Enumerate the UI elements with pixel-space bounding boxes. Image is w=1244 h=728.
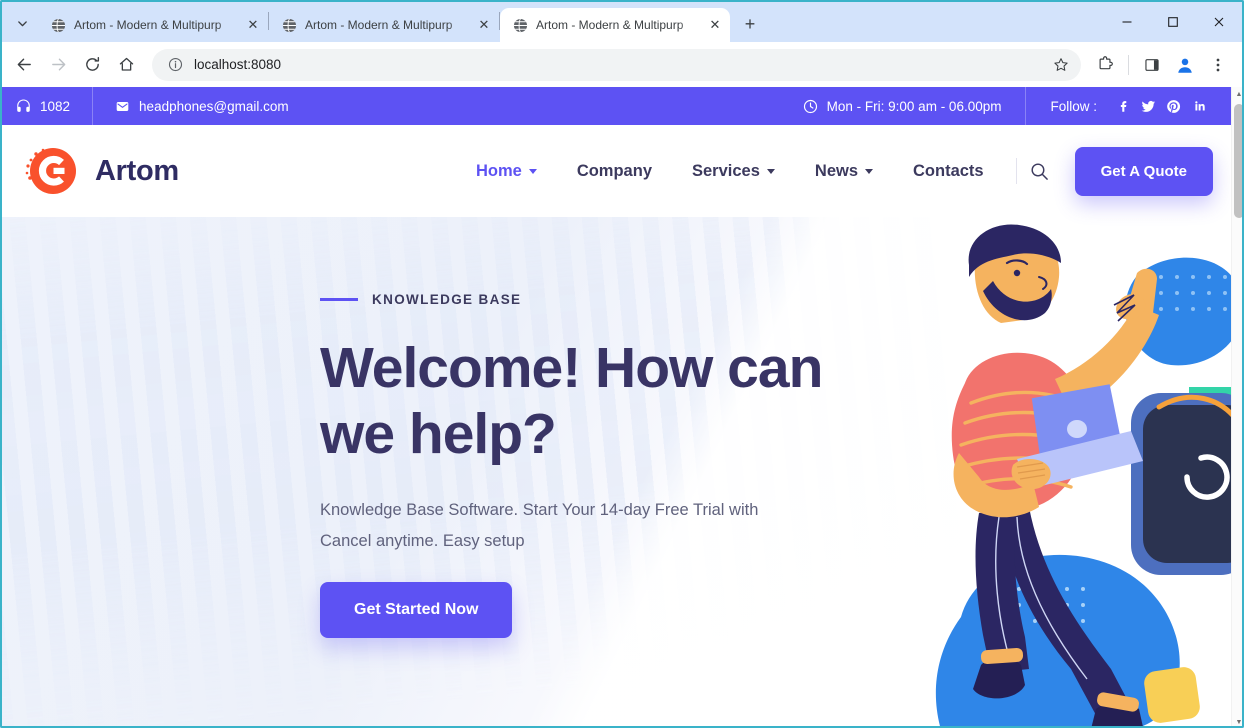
site-topbar: 1082 headphones@gmail.com Mon - Fri: 9:0… (2, 87, 1231, 125)
hero-title-line2: we help? (320, 402, 557, 467)
scroll-down-arrow-icon[interactable]: ▼ (1232, 715, 1242, 726)
brand-name: Artom (95, 154, 179, 187)
home-icon[interactable] (110, 49, 142, 81)
topbar-social-group: Follow : (1026, 87, 1231, 125)
search-icon[interactable] (1023, 154, 1057, 188)
three-dot-menu-icon[interactable] (1202, 49, 1234, 81)
headphone-icon (16, 98, 31, 114)
page-viewport: 1082 headphones@gmail.com Mon - Fri: 9:0… (2, 87, 1242, 726)
chevron-down-icon (528, 168, 537, 174)
close-icon[interactable]: ✕ (706, 16, 724, 34)
tab-title: Artom - Modern & Multipurp (74, 18, 222, 32)
info-circle-icon[interactable] (166, 56, 184, 74)
nav-label: Contacts (913, 161, 984, 180)
chevron-down-icon (865, 168, 874, 174)
nav-label: News (814, 161, 859, 180)
minimize-button[interactable] (1104, 2, 1150, 42)
topbar-email-text: headphones@gmail.com (139, 98, 289, 114)
facebook-icon[interactable] (1111, 94, 1136, 119)
browser-tab[interactable]: Artom - Modern & Multipurp ✕ (38, 8, 268, 42)
nav-label: Company (576, 161, 652, 180)
browser-toolbar: localhost:8080 (2, 42, 1242, 87)
nav-label: Services (692, 161, 760, 180)
hero-cta-button[interactable]: Get Started Now (320, 582, 513, 639)
profile-avatar-icon[interactable] (1170, 50, 1200, 80)
topbar-contact-group: 1082 headphones@gmail.com (2, 87, 311, 125)
maximize-button[interactable] (1150, 2, 1196, 42)
hero-subtitle-line1: Knowledge Base Software. Start Your 14-d… (320, 501, 759, 520)
topbar-phone[interactable]: 1082 (2, 87, 92, 125)
side-panel-icon[interactable] (1136, 49, 1168, 81)
close-button[interactable] (1196, 2, 1242, 42)
linkedin-icon[interactable] (1186, 94, 1211, 119)
tab-strip: Artom - Modern & Multipurp ✕ Artom - Mod… (2, 2, 1242, 42)
main-navigation: Home Company Services News Contacts Get … (456, 146, 1213, 196)
star-icon[interactable] (1047, 51, 1075, 79)
nav-item-services[interactable]: Services (672, 162, 795, 181)
topbar-phone-text: 1082 (40, 98, 71, 114)
eyebrow-bar (320, 298, 358, 301)
clock-icon (803, 99, 818, 114)
topbar-hours: Mon - Fri: 9:00 am - 06.00pm (779, 87, 1026, 125)
globe-icon (512, 17, 528, 33)
nav-item-news[interactable]: News (795, 162, 893, 181)
tab-title: Artom - Modern & Multipurp (305, 18, 453, 32)
page-title: Welcome! How can we help? (320, 335, 920, 467)
browser-tab[interactable]: Artom - Modern & Multipurp ✕ (269, 8, 499, 42)
nav-item-home[interactable]: Home (456, 162, 557, 181)
new-tab-button[interactable]: + (736, 10, 764, 38)
nav-label: Home (475, 161, 522, 180)
close-icon[interactable]: ✕ (475, 16, 493, 34)
page-scrollbar[interactable]: ▲ ▼ (1231, 87, 1242, 726)
browser-window: Artom - Modern & Multipurp ✕ Artom - Mod… (0, 0, 1244, 728)
browser-tab-active[interactable]: Artom - Modern & Multipurp ✕ (500, 8, 730, 42)
forward-arrow-icon[interactable] (42, 49, 74, 81)
topbar-email[interactable]: headphones@gmail.com (93, 87, 311, 125)
topbar-right-group: Mon - Fri: 9:00 am - 06.00pm Follow : (779, 87, 1231, 125)
twitter-icon[interactable] (1136, 94, 1161, 119)
puzzle-icon[interactable] (1089, 49, 1121, 81)
reload-icon[interactable] (76, 49, 108, 81)
nav-item-contacts[interactable]: Contacts (893, 162, 1004, 181)
nav-item-company[interactable]: Company (557, 162, 672, 181)
hero-subtitle: Knowledge Base Software. Start Your 14-d… (320, 495, 820, 556)
topbar-hours-text: Mon - Fri: 9:00 am - 06.00pm (826, 98, 1002, 114)
chevron-down-icon (766, 168, 775, 174)
pinterest-icon[interactable] (1161, 94, 1186, 119)
scroll-up-arrow-icon[interactable]: ▲ (1232, 87, 1242, 102)
tab-title: Artom - Modern & Multipurp (536, 18, 684, 32)
mail-icon (115, 99, 130, 114)
website: 1082 headphones@gmail.com Mon - Fri: 9:0… (2, 87, 1231, 726)
close-icon[interactable]: ✕ (244, 16, 262, 34)
toolbar-divider (1128, 54, 1129, 75)
nav-divider (1015, 158, 1017, 184)
address-bar[interactable]: localhost:8080 (152, 48, 1081, 81)
globe-icon (281, 17, 297, 33)
url-text[interactable]: localhost:8080 (194, 57, 1047, 72)
eyebrow-text: KNOWLEDGE BASE (372, 292, 522, 307)
globe-icon (50, 17, 66, 33)
scrollbar-thumb[interactable] (1234, 104, 1242, 218)
site-header: Artom Home Company Services News Contact… (2, 125, 1231, 217)
site-logo[interactable]: Artom (20, 140, 179, 202)
hero-title-line1: Welcome! How can (320, 336, 823, 400)
follow-label: Follow : (1050, 98, 1097, 114)
get-a-quote-button[interactable]: Get A Quote (1074, 146, 1213, 196)
artom-logo-icon (20, 140, 86, 202)
hero-subtitle-line2: Cancel anytime. Easy setup (320, 531, 525, 550)
window-controls (1104, 2, 1242, 42)
hero-content: KNOWLEDGE BASE Welcome! How can we help?… (2, 217, 1231, 639)
hero-eyebrow: KNOWLEDGE BASE (320, 292, 1231, 307)
back-arrow-icon[interactable] (8, 49, 40, 81)
hero-section: KNOWLEDGE BASE Welcome! How can we help?… (2, 217, 1231, 726)
tab-search-chevron-down-icon[interactable] (8, 9, 36, 37)
